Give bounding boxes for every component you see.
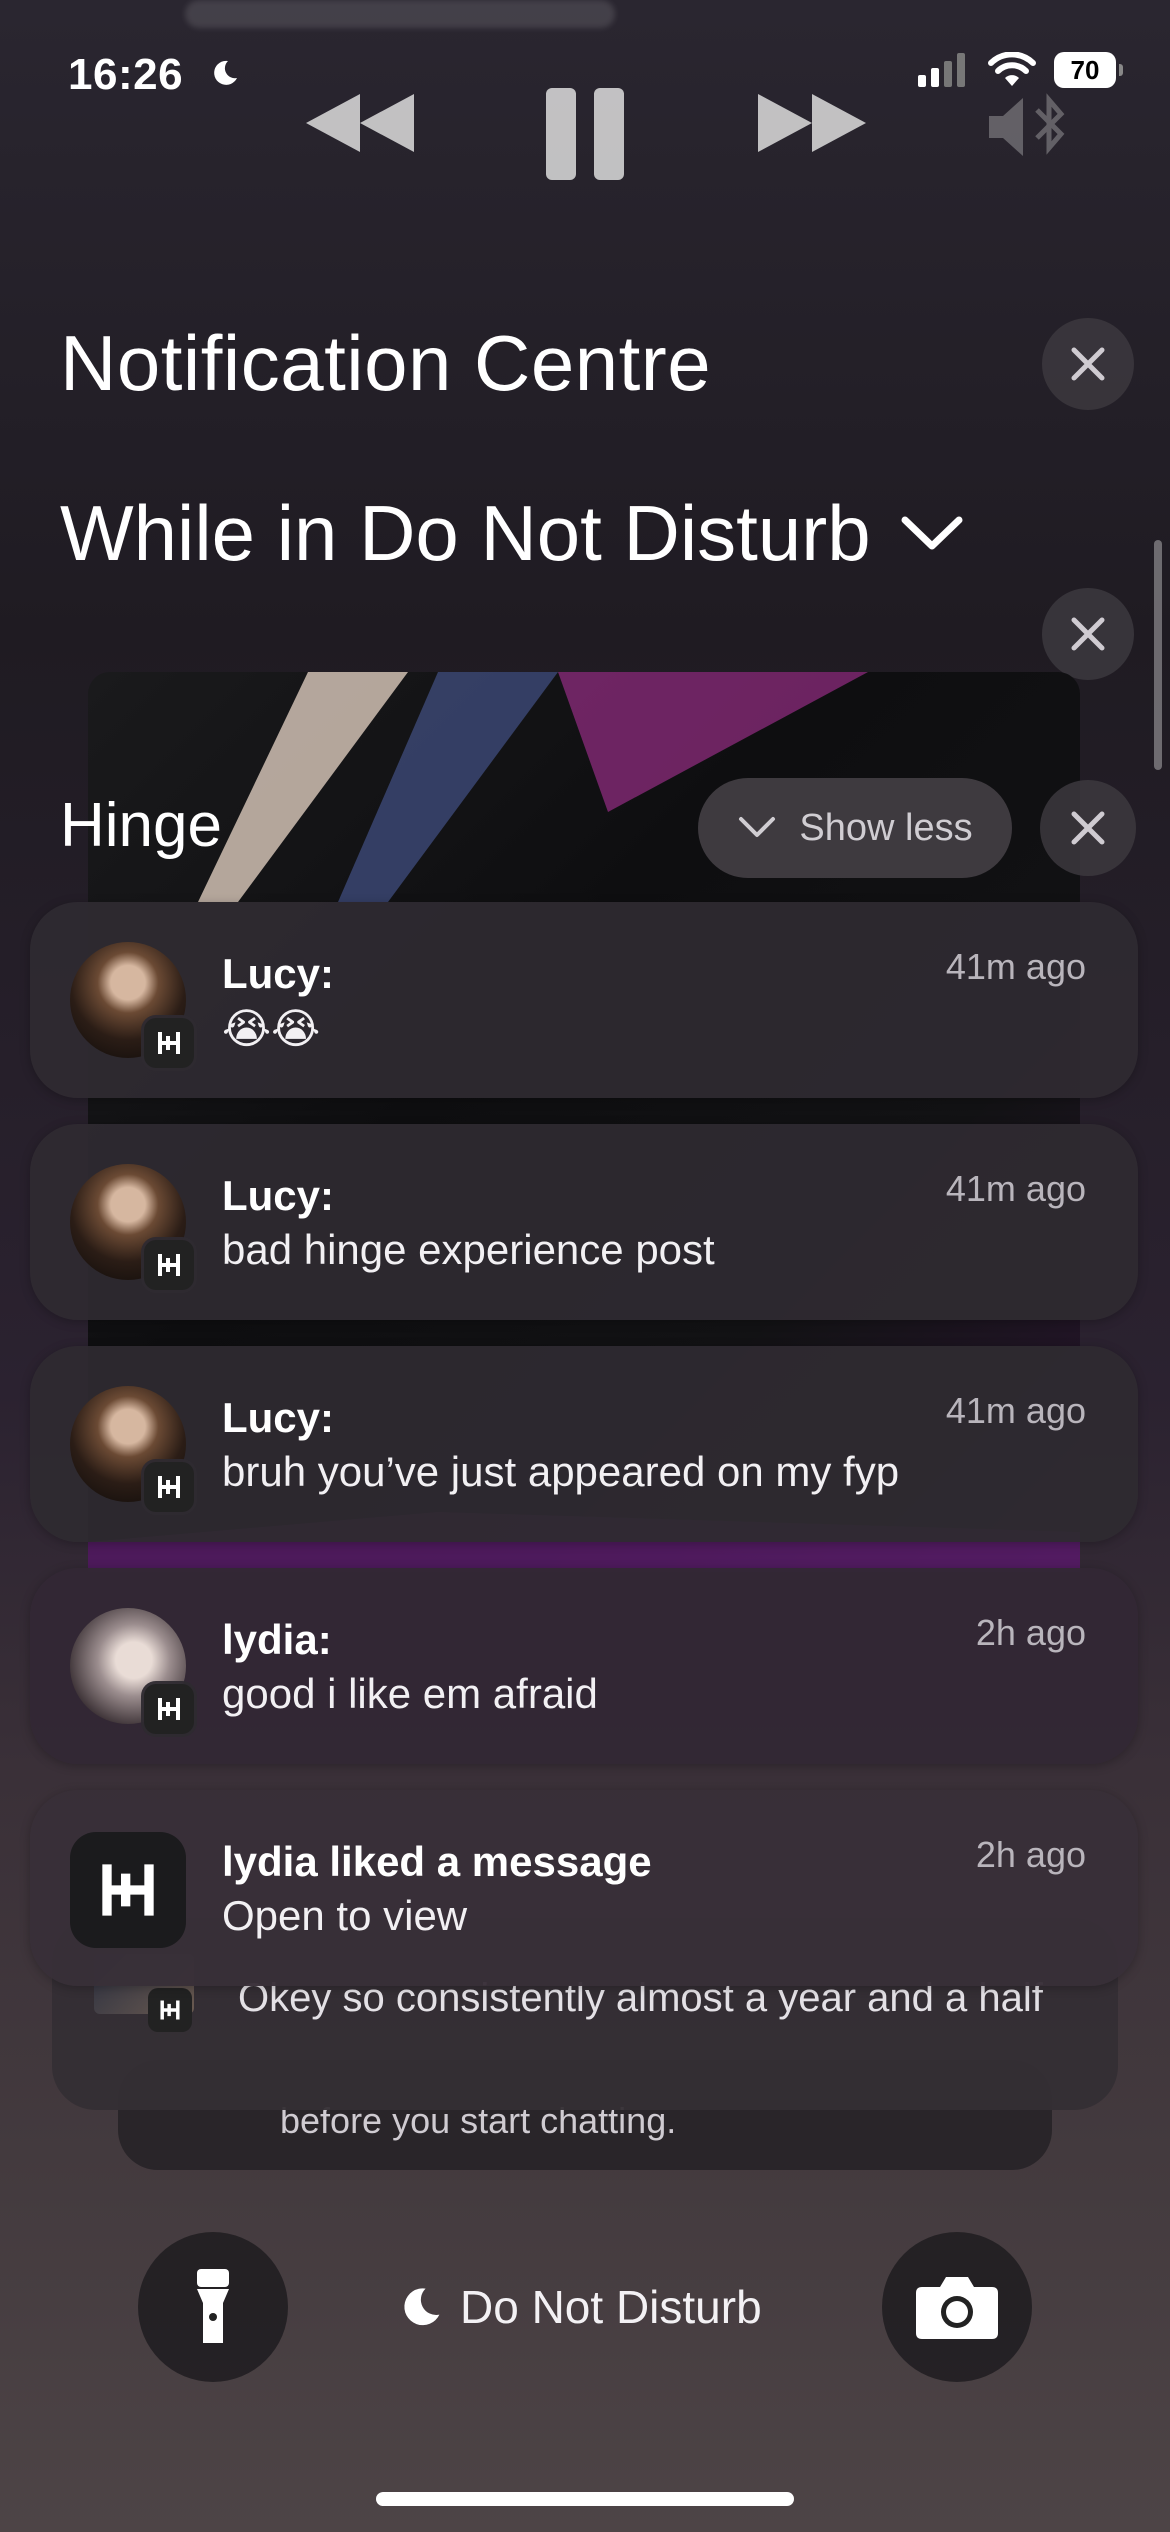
notification-message: good i like em afraid xyxy=(222,1670,598,1717)
focus-mode-label: Do Not Disturb xyxy=(460,2281,762,2333)
media-scrubber xyxy=(185,0,615,28)
notification-sender: Lucy: xyxy=(222,950,335,997)
notification-time: 41m ago xyxy=(945,1168,1086,1209)
home-indicator[interactable] xyxy=(376,2492,794,2506)
show-less-button[interactable]: Show less xyxy=(698,778,1012,878)
notification-message: bruh you’ve just appeared on my fyp xyxy=(222,1448,900,1495)
scroll-indicator xyxy=(1154,540,1162,770)
notification-sender: Lucy: xyxy=(222,1172,335,1219)
audio-output-icon[interactable] xyxy=(985,92,1075,162)
notification-centre-title: Notification Centre xyxy=(60,319,712,407)
show-less-label: Show less xyxy=(799,806,973,849)
rewind-icon[interactable] xyxy=(300,88,420,158)
fast-forward-icon[interactable] xyxy=(752,88,872,158)
flashlight-button[interactable] xyxy=(138,2232,288,2382)
hinge-badge-icon xyxy=(144,1462,194,1512)
focus-section-title: While in Do Not Disturb xyxy=(60,489,871,577)
close-icon xyxy=(1071,617,1105,651)
signal-icon xyxy=(918,53,965,87)
notification-card[interactable]: Lucy: 😭😭 41m ago xyxy=(30,902,1138,1098)
notification-card[interactable]: Lucy: bruh you’ve just appeared on my fy… xyxy=(30,1346,1138,1542)
camera-icon xyxy=(916,2277,998,2339)
status-icons: 70 xyxy=(918,52,1123,88)
clear-all-button[interactable] xyxy=(1042,318,1134,410)
moon-icon xyxy=(214,60,237,85)
notification-card[interactable]: lydia: good i like em afraid 2h ago xyxy=(30,1568,1138,1764)
pause-icon[interactable] xyxy=(540,84,630,184)
notification-message: Open to view xyxy=(222,1892,468,1939)
notification-message: 😭😭 xyxy=(222,1005,321,1052)
flashlight-icon xyxy=(197,2269,229,2343)
close-icon xyxy=(1071,811,1105,845)
notification-sender: lydia liked a message xyxy=(222,1838,652,1885)
wifi-icon xyxy=(988,52,1036,86)
notification-card[interactable]: lydia liked a message Open to view 2h ag… xyxy=(30,1790,1138,1986)
battery-indicator: 70 xyxy=(1054,52,1123,88)
status-time: 16:26 xyxy=(68,50,184,99)
focus-mode-indicator[interactable]: Do Not Disturb xyxy=(398,2280,762,2334)
app-group-title: Hinge xyxy=(60,791,222,860)
hinge-badge-icon xyxy=(144,1684,194,1734)
notification-card[interactable]: Lucy: bad hinge experience post 41m ago xyxy=(30,1124,1138,1320)
chevron-down-icon xyxy=(739,817,776,837)
close-icon xyxy=(1071,347,1105,381)
notification-sender: lydia: xyxy=(222,1616,332,1663)
hinge-badge-icon xyxy=(144,1018,194,1068)
notification-time: 2h ago xyxy=(975,1834,1086,1875)
notification-time: 2h ago xyxy=(975,1612,1086,1653)
focus-section-header[interactable]: While in Do Not Disturb xyxy=(60,488,963,579)
hinge-app-icon xyxy=(70,1832,186,1948)
clear-group-button[interactable] xyxy=(1040,780,1136,876)
camera-button[interactable] xyxy=(882,2232,1032,2382)
clear-focus-button[interactable] xyxy=(1042,588,1134,680)
notification-time: 41m ago xyxy=(945,1390,1086,1431)
chevron-down-icon xyxy=(901,516,963,549)
hinge-badge-icon xyxy=(144,1240,194,1290)
notification-sender: Lucy: xyxy=(222,1394,335,1441)
moon-icon xyxy=(404,2288,440,2326)
hinge-badge-icon xyxy=(148,1988,192,2032)
notification-time: 41m ago xyxy=(945,946,1086,987)
notification-message: bad hinge experience post xyxy=(222,1226,715,1273)
